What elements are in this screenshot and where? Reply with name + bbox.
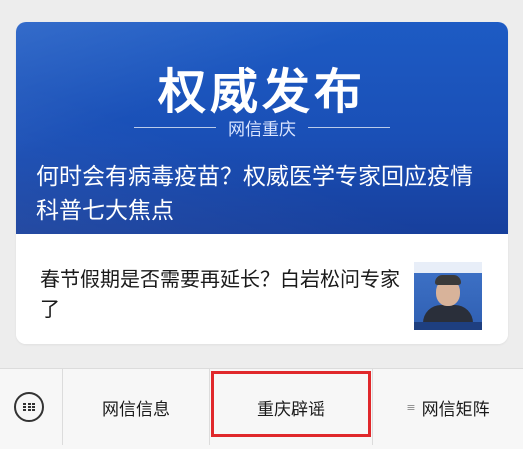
hero-article[interactable]: 权威发布 网信重庆 何时会有病毒疫苗？权威医学专家回应疫情科普七大焦点 <box>16 22 508 234</box>
keyboard-toggle-button[interactable] <box>0 369 63 445</box>
menu-tab-chongqing-rumor[interactable]: 重庆辟谣 <box>210 369 373 445</box>
thumbnail-banner <box>414 262 482 273</box>
menu-tab-wangxin-matrix[interactable]: ≡ 网信矩阵 <box>373 369 523 445</box>
divider-line <box>308 127 390 128</box>
menu-tab-label: 网信信息 <box>102 399 170 420</box>
thumbnail-caption <box>414 322 482 330</box>
menu-tab-label: 网信矩阵 <box>421 399 490 420</box>
secondary-headline[interactable]: 春节假期是否需要再延长？白岩松问专家了 <box>40 264 400 324</box>
list-menu-icon: ≡ <box>406 400 416 414</box>
hero-subtitle: 网信重庆 <box>228 120 296 140</box>
hero-subtitle-row: 网信重庆 <box>16 115 508 140</box>
divider-line <box>134 127 216 128</box>
menu-tab-wangxin-info[interactable]: 网信信息 <box>63 369 210 445</box>
menu-tab-label: 重庆辟谣 <box>257 399 325 420</box>
article-card[interactable]: 权威发布 网信重庆 何时会有病毒疫苗？权威医学专家回应疫情科普七大焦点 春节假期… <box>16 22 508 344</box>
thumbnail-person-hair <box>435 275 461 285</box>
keyboard-icon[interactable] <box>14 392 44 422</box>
bottom-menu-bar: 网信信息 重庆辟谣 ≡ 网信矩阵 <box>0 368 523 449</box>
hero-title: 权威发布 <box>157 64 366 120</box>
hero-headline[interactable]: 何时会有病毒疫苗？权威医学专家回应疫情科普七大焦点 <box>36 160 488 228</box>
secondary-article[interactable]: 春节假期是否需要再延长？白岩松问专家了 <box>16 234 508 344</box>
article-thumbnail[interactable] <box>414 262 482 330</box>
